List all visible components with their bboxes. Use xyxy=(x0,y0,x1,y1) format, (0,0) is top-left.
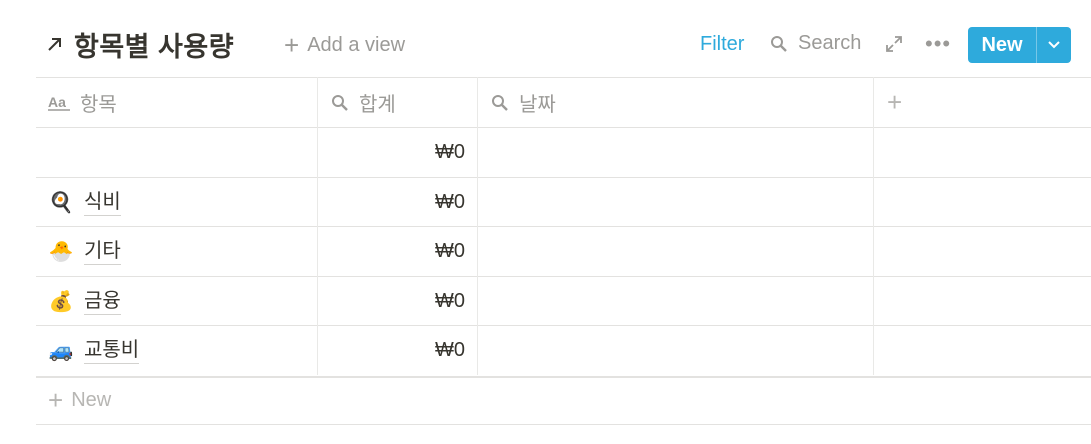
total-cell[interactable]: ₩0 xyxy=(317,227,477,276)
search-label: Search xyxy=(798,32,862,54)
date-cell[interactable] xyxy=(477,178,873,227)
new-button-label[interactable]: New xyxy=(968,27,1036,63)
column-header-total[interactable]: 합계 xyxy=(317,78,477,127)
add-row-button[interactable]: + New xyxy=(48,387,111,413)
row-name[interactable]: 교통비 xyxy=(84,337,140,364)
name-cell[interactable] xyxy=(36,128,317,177)
column-header-date[interactable]: 날짜 xyxy=(477,78,873,127)
plus-icon: + xyxy=(284,30,300,60)
more-options-icon[interactable]: ••• xyxy=(925,33,951,55)
search-button[interactable]: Search xyxy=(770,32,861,55)
empty-cell xyxy=(873,178,1091,227)
expand-icon[interactable] xyxy=(884,34,904,59)
total-cell[interactable]: ₩0 xyxy=(317,277,477,326)
total-cell[interactable]: ₩0 xyxy=(317,326,477,375)
database-title-group[interactable]: 항목별 사용량 xyxy=(44,24,234,64)
plus-icon: + xyxy=(887,87,903,117)
column-divider xyxy=(477,77,478,375)
column-header-name[interactable]: Aa 항목 xyxy=(36,78,317,127)
column-divider xyxy=(873,77,874,375)
empty-cell xyxy=(873,277,1091,326)
add-property-button[interactable]: + xyxy=(873,78,1091,127)
chevron-down-icon[interactable] xyxy=(1037,27,1071,63)
filter-button[interactable]: Filter xyxy=(700,33,744,56)
date-cell[interactable] xyxy=(477,277,873,326)
add-view-label: Add a view xyxy=(307,33,406,56)
name-cell[interactable]: 🍳 식비 xyxy=(36,178,317,227)
add-row-label: New xyxy=(71,388,112,411)
name-cell[interactable]: 🚙 교통비 xyxy=(36,326,317,375)
column-divider xyxy=(317,77,318,375)
name-cell[interactable]: 🐣 기타 xyxy=(36,227,317,276)
table-row[interactable]: 💰 금융 ₩0 xyxy=(36,277,1091,326)
total-cell[interactable]: ₩0 xyxy=(317,178,477,227)
search-icon xyxy=(771,35,787,52)
text-property-icon: Aa xyxy=(48,94,70,112)
formula-search-icon xyxy=(491,94,509,112)
database-header: 항목별 사용량 + Add a view Filter Search ••• N… xyxy=(0,0,1091,78)
formula-search-icon xyxy=(331,94,349,112)
table-row[interactable]: 🚙 교통비 ₩0 xyxy=(36,326,1091,375)
date-cell[interactable] xyxy=(477,326,873,375)
row-name[interactable]: 기타 xyxy=(84,238,121,265)
database-title[interactable]: 항목별 사용량 xyxy=(74,25,234,64)
add-view-button[interactable]: + Add a view xyxy=(284,30,405,60)
date-cell[interactable] xyxy=(477,128,873,177)
svg-text:Aa: Aa xyxy=(48,94,66,110)
empty-cell xyxy=(873,128,1091,177)
column-header-label: 합계 xyxy=(359,94,396,116)
total-cell[interactable]: ₩0 xyxy=(317,128,477,177)
column-header-label: 항목 xyxy=(80,94,117,116)
table-divider xyxy=(36,376,1091,378)
name-cell[interactable]: 💰 금융 xyxy=(36,277,317,326)
table-header-row: Aa 항목 합계 날짜 + xyxy=(36,78,1091,127)
table-divider xyxy=(36,424,1091,425)
empty-cell xyxy=(873,326,1091,375)
hatching-chick-icon[interactable]: 🐣 xyxy=(48,239,74,265)
linked-database-arrow-icon xyxy=(44,33,66,55)
column-header-label: 날짜 xyxy=(519,94,556,116)
table-row[interactable]: 🐣 기타 ₩0 xyxy=(36,227,1091,276)
money-bag-icon[interactable]: 💰 xyxy=(48,289,74,315)
new-page-button[interactable]: New xyxy=(968,27,1071,63)
row-name[interactable]: 금융 xyxy=(84,288,121,315)
plus-icon: + xyxy=(48,385,64,415)
row-name[interactable]: 식비 xyxy=(84,189,121,216)
empty-cell xyxy=(873,227,1091,276)
date-cell[interactable] xyxy=(477,227,873,276)
table-row[interactable]: ₩0 xyxy=(36,128,1091,177)
car-icon[interactable]: 🚙 xyxy=(48,338,74,364)
frying-pan-icon[interactable]: 🍳 xyxy=(48,190,74,216)
table-row[interactable]: 🍳 식비 ₩0 xyxy=(36,178,1091,227)
